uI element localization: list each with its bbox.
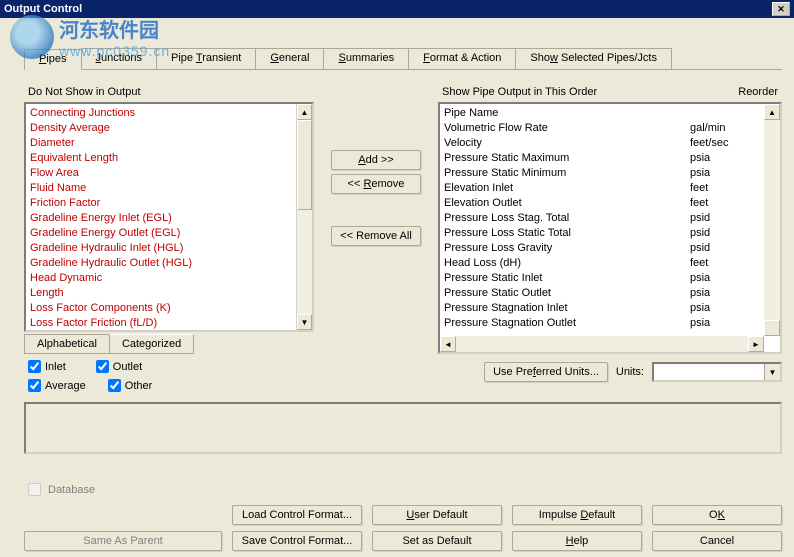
save-format-button[interactable]: Save Control Format... [232,531,362,551]
reorder-up-icon[interactable]: ▲ [764,104,780,120]
list-item[interactable]: Friction Factor [30,196,292,211]
list-item[interactable]: Loss Factor Friction (fL/D) [30,316,292,330]
units-label: Units: [616,366,644,378]
window-title: Output Control [4,3,82,15]
list-item[interactable]: Length [30,286,292,301]
remove-button[interactable]: << Remove [331,174,421,194]
check-average[interactable]: Average [28,379,86,392]
preview-panel [24,402,782,454]
list-item[interactable]: Diameter [30,136,292,151]
left-label: Do Not Show in Output [28,86,314,98]
output-row[interactable]: Pressure Static Maximumpsia [444,151,760,166]
user-default-button[interactable]: User Default [372,505,502,525]
list-item[interactable]: Gradeline Hydraulic Outlet (HGL) [30,256,292,271]
scroll-down-icon[interactable]: ▼ [297,314,312,330]
chevron-down-icon[interactable]: ▼ [764,364,780,380]
database-check [28,483,41,496]
output-row[interactable]: Pressure Loss Stag. Totalpsid [444,211,760,226]
tab-1[interactable]: Junctions [81,48,157,69]
output-row[interactable]: Elevation Outletfeet [444,196,760,211]
scroll-right-icon[interactable]: ► [748,336,764,352]
scrollbar-h[interactable]: ◄ ► [440,336,764,352]
output-row[interactable]: Pipe Name [444,106,760,121]
output-row[interactable]: Pressure Loss Gravitypsid [444,241,760,256]
scroll-left-icon[interactable]: ◄ [440,336,456,352]
units-combo[interactable]: ▼ [652,362,782,382]
set-as-default-button[interactable]: Set as Default [372,531,502,551]
list-item[interactable]: Density Average [30,121,292,136]
list-item[interactable]: Connecting Junctions [30,106,292,121]
list-item[interactable]: Head Dynamic [30,271,292,286]
output-row[interactable]: Elevation Inletfeet [444,181,760,196]
output-row[interactable]: Pressure Static Outletpsia [444,286,760,301]
sort-categorized[interactable]: Categorized [109,334,194,354]
scrollbar-v[interactable]: ▲ ▼ [296,104,312,330]
scroll-up-icon[interactable]: ▲ [297,104,312,120]
close-button[interactable]: ✕ [772,2,790,16]
tab-strip: PipesJunctionsPipe TransientGeneralSumma… [24,48,782,70]
impulse-default-button[interactable]: Impulse Default [512,505,642,525]
output-listbox[interactable]: Pipe NameVolumetric Flow Rategal/minVelo… [438,102,782,354]
output-row[interactable]: Velocityfeet/sec [444,136,760,151]
output-row[interactable]: Pressure Static Minimumpsia [444,166,760,181]
database-label: Database [48,484,95,496]
right-label: Show Pipe Output in This Order [442,86,597,98]
list-item[interactable]: Fluid Name [30,181,292,196]
remove-all-button[interactable]: << Remove All [331,226,421,246]
list-item[interactable]: Loss Factor Components (K) [30,301,292,316]
tab-6[interactable]: Show Selected Pipes/Jcts [515,48,672,69]
output-row[interactable]: Pressure Loss Static Totalpsid [444,226,760,241]
titlebar: Output Control ✕ [0,0,794,18]
output-row[interactable]: Volumetric Flow Rategal/min [444,121,760,136]
tab-0[interactable]: Pipes [24,49,82,70]
output-row[interactable]: Pressure Static Inletpsia [444,271,760,286]
list-item[interactable]: Gradeline Energy Inlet (EGL) [30,211,292,226]
help-button[interactable]: Help [512,531,642,551]
output-row[interactable]: Pressure Stagnation Inletpsia [444,301,760,316]
available-listbox[interactable]: Connecting JunctionsDensity AverageDiame… [24,102,314,332]
ok-button[interactable]: OK [652,505,782,525]
load-format-button[interactable]: Load Control Format... [232,505,362,525]
tab-5[interactable]: Format & Action [408,48,516,69]
same-as-parent-button[interactable]: Same As Parent [24,531,222,551]
sort-alphabetical[interactable]: Alphabetical [24,334,110,354]
list-item[interactable]: Gradeline Energy Outlet (EGL) [30,226,292,241]
reorder-label: Reorder [738,86,778,98]
output-row[interactable]: Head Loss (dH)feet [444,256,760,271]
preferred-units-button[interactable]: Use Preferred Units... [484,362,608,382]
list-item[interactable]: Gradeline Hydraulic Inlet (HGL) [30,241,292,256]
check-inlet[interactable]: Inlet [28,360,66,373]
tab-4[interactable]: Summaries [323,48,409,69]
cancel-button[interactable]: Cancel [652,531,782,551]
tab-2[interactable]: Pipe Transient [156,48,256,69]
tab-3[interactable]: General [255,48,324,69]
list-item[interactable]: Equivalent Length [30,151,292,166]
add-button[interactable]: Add >> [331,150,421,170]
check-other[interactable]: Other [108,379,153,392]
reorder-scrollbar[interactable]: ▲ ▼ [764,104,780,336]
list-item[interactable]: Flow Area [30,166,292,181]
output-row[interactable]: Pressure Stagnation Outletpsia [444,316,760,331]
check-outlet[interactable]: Outlet [96,360,142,373]
